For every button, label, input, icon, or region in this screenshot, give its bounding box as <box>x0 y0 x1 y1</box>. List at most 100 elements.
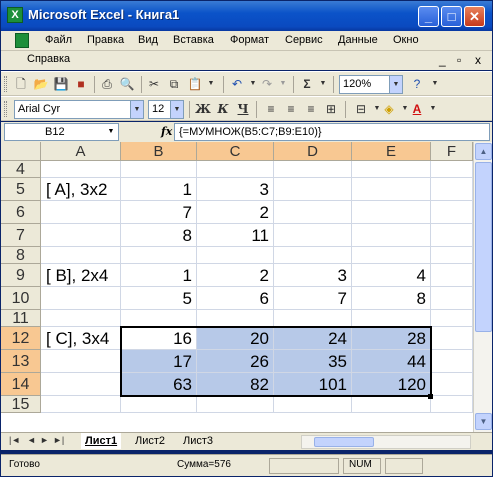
cell-e9[interactable]: 4 <box>352 264 431 287</box>
cell-c12[interactable]: 20 <box>197 327 274 350</box>
row-header-9[interactable]: 9 <box>1 264 41 287</box>
cell-d9[interactable]: 3 <box>274 264 352 287</box>
cell-e7[interactable] <box>352 224 431 247</box>
cut-icon[interactable]: ✂ <box>146 76 162 92</box>
row-header-10[interactable]: 10 <box>1 287 41 310</box>
last-sheet-icon[interactable]: ►| <box>53 435 64 445</box>
cell-a5[interactable]: [ A], 3x2 <box>41 178 121 201</box>
column-header-f[interactable]: F <box>431 142 473 161</box>
align-right-icon[interactable]: ≡ <box>303 101 319 117</box>
cell-e14[interactable]: 120 <box>352 373 431 396</box>
cell-e13[interactable]: 44 <box>352 350 431 373</box>
cell-f9[interactable] <box>431 264 473 287</box>
menu-data[interactable]: Данные <box>338 34 378 46</box>
cell-c8[interactable] <box>197 247 274 264</box>
cell-a6[interactable] <box>41 201 121 224</box>
merge-center-icon[interactable]: ⊞ <box>323 101 339 117</box>
paste-dropdown-icon[interactable]: ▼ <box>203 76 219 92</box>
cell-c14[interactable]: 82 <box>197 373 274 396</box>
redo-icon[interactable]: ↷ <box>259 76 275 92</box>
row-header-13[interactable]: 13 <box>1 350 41 373</box>
cell-f10[interactable] <box>431 287 473 310</box>
row-header-4[interactable]: 4 <box>1 161 41 178</box>
font-size-select[interactable]: 12 ▼ <box>148 100 184 119</box>
minimize-button[interactable]: _ <box>418 6 439 27</box>
cell-f14[interactable] <box>431 373 473 396</box>
menu-view[interactable]: Вид <box>138 34 158 46</box>
menu-window[interactable]: Окно <box>393 34 419 46</box>
align-center-icon[interactable]: ≡ <box>283 101 299 117</box>
cell-c15[interactable] <box>197 396 274 413</box>
row-header-6[interactable]: 6 <box>1 201 41 224</box>
doc-minimize-button[interactable]: _ <box>439 53 446 67</box>
excel-app-icon[interactable]: X <box>7 7 23 23</box>
scroll-down-icon[interactable]: ▼ <box>475 413 492 430</box>
cell-e10[interactable]: 8 <box>352 287 431 310</box>
chevron-down-icon[interactable]: ▼ <box>105 125 117 139</box>
prev-sheet-icon[interactable]: ◄ <box>27 435 36 445</box>
open-icon[interactable]: 📂 <box>33 76 49 92</box>
print-icon[interactable]: ⎙ <box>99 76 115 92</box>
cell-a14[interactable] <box>41 373 121 396</box>
cell-e12[interactable]: 28 <box>352 327 431 350</box>
cell-d14[interactable]: 101 <box>274 373 352 396</box>
cell-c5[interactable]: 3 <box>197 178 274 201</box>
horizontal-scroll-thumb[interactable] <box>314 437 374 447</box>
chevron-down-icon[interactable]: ▼ <box>389 76 402 93</box>
cell-d12[interactable]: 24 <box>274 327 352 350</box>
paste-icon[interactable]: 📋 <box>187 76 203 92</box>
cell-a11[interactable] <box>41 310 121 327</box>
redo-dropdown-icon[interactable]: ▼ <box>275 76 291 92</box>
select-all-corner[interactable] <box>1 142 41 161</box>
cell-b6[interactable]: 7 <box>121 201 197 224</box>
cell-e11[interactable] <box>352 310 431 327</box>
cell-e4[interactable] <box>352 161 431 178</box>
cell-c7[interactable]: 11 <box>197 224 274 247</box>
cell-d7[interactable] <box>274 224 352 247</box>
new-icon[interactable]: 🗋 <box>13 76 29 92</box>
cell-f7[interactable] <box>431 224 473 247</box>
cell-a9[interactable]: [ B], 2x4 <box>41 264 121 287</box>
toolbar-grip[interactable] <box>4 76 7 92</box>
copy-icon[interactable]: ⧉ <box>166 76 182 92</box>
permission-icon[interactable]: ■ <box>73 76 89 92</box>
document-icon[interactable] <box>15 33 29 48</box>
cell-c9[interactable]: 2 <box>197 264 274 287</box>
save-icon[interactable]: 💾 <box>53 76 69 92</box>
menu-file[interactable]: Файл <box>45 34 72 46</box>
row-header-11[interactable]: 11 <box>1 310 41 327</box>
font-color-icon[interactable]: А <box>409 101 425 117</box>
column-header-d[interactable]: D <box>274 142 352 161</box>
cell-b14[interactable]: 63 <box>121 373 197 396</box>
column-header-a[interactable]: A <box>41 142 121 161</box>
cell-c11[interactable] <box>197 310 274 327</box>
cell-b13[interactable]: 17 <box>121 350 197 373</box>
zoom-select[interactable]: 120% ▼ <box>339 75 403 94</box>
vertical-scroll-thumb[interactable] <box>475 162 492 332</box>
row-header-15[interactable]: 15 <box>1 396 41 413</box>
cell-b11[interactable] <box>121 310 197 327</box>
underline-button[interactable]: Ч <box>235 101 251 117</box>
menu-edit[interactable]: Правка <box>87 34 124 46</box>
name-box[interactable]: B12 ▼ <box>4 123 119 141</box>
help-icon[interactable]: ? <box>409 76 425 92</box>
cell-e6[interactable] <box>352 201 431 224</box>
next-sheet-icon[interactable]: ► <box>40 435 49 445</box>
cell-f11[interactable] <box>431 310 473 327</box>
print-preview-icon[interactable]: 🔍 <box>119 76 135 92</box>
cell-b8[interactable] <box>121 247 197 264</box>
chevron-down-icon[interactable]: ▼ <box>130 101 143 118</box>
cell-a10[interactable] <box>41 287 121 310</box>
cell-d10[interactable]: 7 <box>274 287 352 310</box>
cell-c10[interactable]: 6 <box>197 287 274 310</box>
toolbar-grip[interactable] <box>4 101 7 117</box>
cell-f15[interactable] <box>431 396 473 413</box>
cell-d6[interactable] <box>274 201 352 224</box>
column-header-e[interactable]: E <box>352 142 431 161</box>
menu-help[interactable]: Справка <box>27 53 70 65</box>
vertical-scrollbar[interactable]: ▲ ▼ <box>473 142 492 432</box>
toolbar-options-icon[interactable]: ▼ <box>427 76 443 92</box>
font-select[interactable]: Arial Cyr ▼ <box>14 100 144 119</box>
row-header-12[interactable]: 12 <box>1 327 41 350</box>
menu-format[interactable]: Формат <box>230 34 269 46</box>
